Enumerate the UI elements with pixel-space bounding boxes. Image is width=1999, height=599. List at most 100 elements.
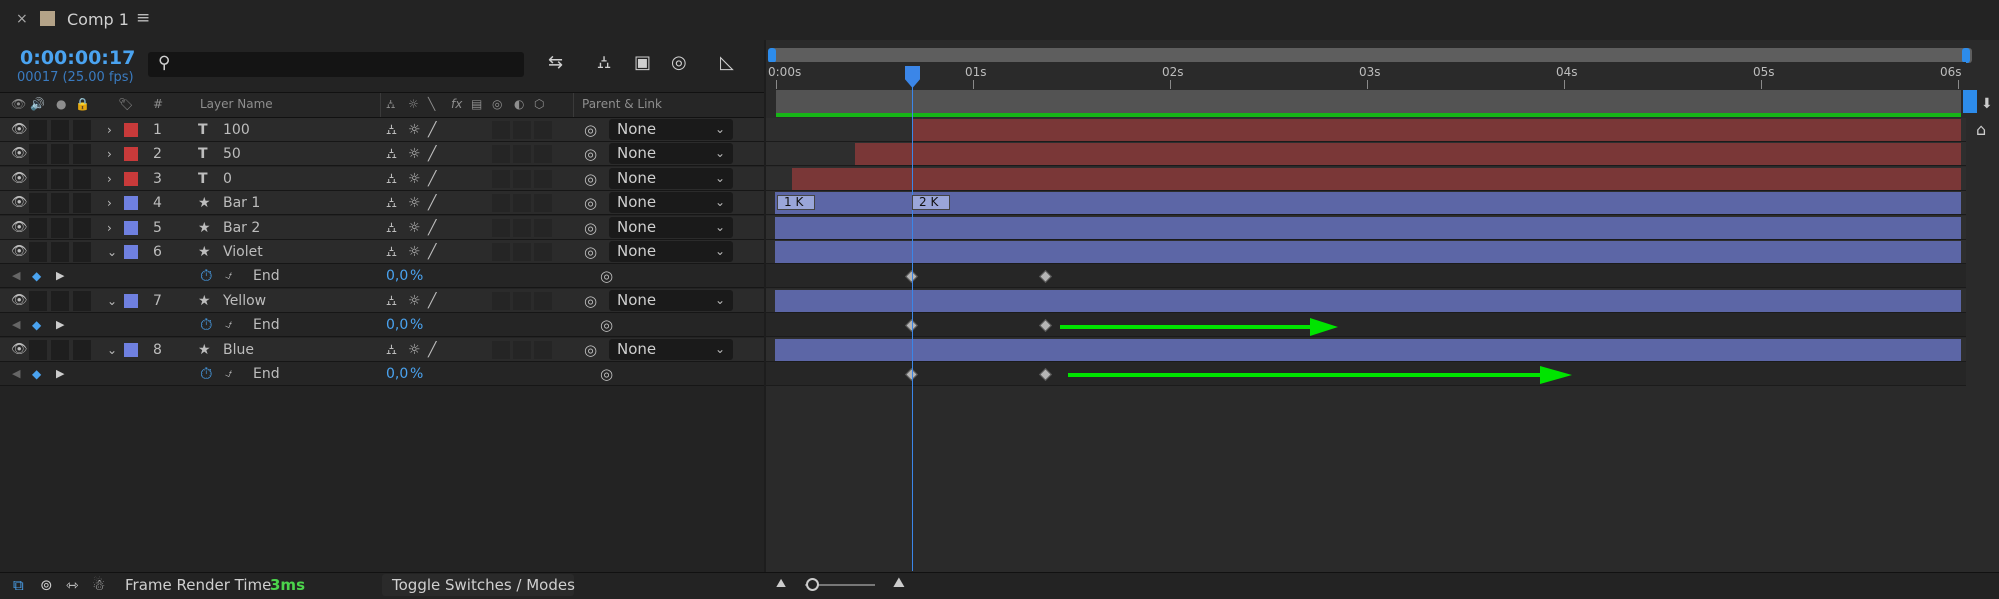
layer-duration-bar[interactable] (775, 290, 1961, 312)
next-keyframe-icon[interactable]: ▶ (56, 313, 64, 337)
3d-layer-switch[interactable] (534, 194, 552, 212)
chevron-down-icon[interactable]: ⌄ (107, 240, 117, 264)
layer-name[interactable]: Blue (223, 338, 254, 362)
eye-icon[interactable]: 👁 (11, 142, 28, 166)
label-color-swatch[interactable] (124, 221, 138, 235)
quality-switch-icon[interactable]: ╱ (428, 167, 436, 191)
layer-name-header[interactable]: Layer Name (200, 97, 273, 111)
motion-blur-icon[interactable]: ◎ (671, 52, 687, 73)
audio-switch[interactable] (29, 218, 47, 238)
parent-dropdown[interactable]: None ⌄ (609, 192, 733, 213)
solo-switch[interactable] (51, 242, 69, 262)
video-toggle-icon[interactable]: 👁 (11, 97, 26, 111)
pick-whip-icon[interactable]: ◎ (584, 240, 597, 264)
pick-whip-icon[interactable]: ◎ (584, 338, 597, 362)
layer-duration-bar[interactable] (775, 339, 1961, 361)
composition-flowchart-icon[interactable]: ⇆ (548, 52, 563, 73)
eye-icon[interactable]: 👁 (11, 338, 28, 362)
label-color-swatch[interactable] (124, 343, 138, 357)
chevron-right-icon[interactable]: › (107, 167, 112, 191)
time-navigator-bar[interactable] (772, 48, 1972, 63)
shy-switch-icon[interactable]: ⛼ (386, 240, 397, 264)
3d-layer-switch[interactable] (534, 170, 552, 188)
layer-marker[interactable]: 1 K (777, 195, 815, 210)
chevron-down-icon[interactable]: ⌄ (107, 338, 117, 362)
collapse-switch-icon[interactable]: ☼ (408, 167, 421, 191)
next-keyframe-icon[interactable]: ▶ (56, 264, 64, 288)
solo-icon[interactable]: ● (56, 97, 66, 111)
add-keyframe-icon[interactable]: ◆ (32, 362, 41, 386)
layer-duration-bar[interactable] (775, 241, 1961, 263)
adjustment-switch[interactable] (513, 121, 531, 139)
3d-layer-switch[interactable] (534, 243, 552, 261)
chevron-right-icon[interactable]: › (107, 142, 112, 166)
layer-row[interactable]: 👁 ⌄ 7 ★ Yellow ⛼ ☼ ╱ ◎ None ⌄ (0, 289, 764, 313)
add-keyframe-icon[interactable]: ◆ (32, 264, 41, 288)
toggle-render-time-icon[interactable]: ☃ (92, 576, 105, 594)
layer-marker[interactable]: 2 K (912, 195, 950, 210)
adjustment-switch[interactable] (513, 292, 531, 310)
pick-whip-icon[interactable]: ◎ (584, 142, 597, 166)
motion-blur-switch[interactable] (492, 341, 510, 359)
layer-duration-bar[interactable] (913, 119, 1961, 141)
audio-switch[interactable] (29, 144, 47, 164)
shy-switch-icon[interactable]: ⛼ (386, 289, 397, 313)
layer-row[interactable]: 👁 › 1 T 100 ⛼ ☼ ╱ ◎ None ⌄ (0, 118, 764, 142)
shy-switch-icon[interactable]: ⛼ (386, 191, 397, 215)
audio-toggle-icon[interactable]: 🔊 (30, 97, 45, 111)
layer-name[interactable]: Violet (223, 240, 263, 264)
parent-dropdown[interactable]: None ⌄ (609, 339, 733, 360)
adjustment-switch[interactable] (513, 145, 531, 163)
collapse-switch-icon[interactable]: ☼ (408, 191, 421, 215)
adjustment-switch[interactable] (513, 243, 531, 261)
layer-row[interactable]: 👁 › 3 T 0 ⛼ ☼ ╱ ◎ None ⌄ (0, 167, 764, 191)
shy-switch-icon[interactable]: ⛼ (386, 142, 397, 166)
pick-whip-icon[interactable]: ◎ (584, 216, 597, 240)
eye-icon[interactable]: 👁 (11, 167, 28, 191)
keyframe[interactable] (1039, 319, 1052, 332)
shy-switch-icon[interactable]: ⛼ (386, 338, 397, 362)
toggle-in-out-icon[interactable]: ⇿ (66, 576, 79, 594)
layer-duration-bar[interactable] (775, 192, 1961, 214)
stopwatch-icon[interactable]: ⏱ (200, 313, 212, 337)
layer-row[interactable]: 👁 ⌄ 8 ★ Blue ⛼ ☼ ╱ ◎ None ⌄ (0, 338, 764, 362)
expression-pick-whip-icon[interactable]: ◎ (600, 362, 613, 386)
shy-switch-icon[interactable]: ⛼ (386, 167, 397, 191)
parent-dropdown[interactable]: None ⌄ (609, 143, 733, 164)
property-value[interactable]: 0,0 (386, 313, 408, 337)
layer-row[interactable]: 👁 ⌄ 6 ★ Violet ⛼ ☼ ╱ ◎ None ⌄ (0, 240, 764, 264)
motion-blur-switch[interactable] (492, 243, 510, 261)
comp-marker-bin-icon[interactable]: ⬇ (1981, 96, 1993, 112)
quality-switch-icon[interactable]: ╱ (428, 216, 436, 240)
quality-switch-icon[interactable]: ╱ (428, 289, 436, 313)
layer-row[interactable]: 👁 › 5 ★ Bar 2 ⛼ ☼ ╱ ◎ None ⌄ (0, 216, 764, 240)
chevron-right-icon[interactable]: › (107, 118, 112, 142)
collapse-switch-icon[interactable]: ☼ (408, 240, 421, 264)
property-row[interactable]: ◀ ◆ ▶ ⏱ ⍻ End 0,0% ◎ (0, 264, 764, 288)
quality-switch-icon[interactable]: ╱ (428, 142, 436, 166)
label-color-swatch[interactable] (124, 147, 138, 161)
close-tab-icon[interactable]: × (16, 11, 28, 27)
layer-name[interactable]: 50 (223, 142, 241, 166)
solo-switch[interactable] (51, 218, 69, 238)
quality-switch-icon[interactable]: ╱ (428, 240, 436, 264)
motion-blur-switch[interactable] (492, 121, 510, 139)
pick-whip-icon[interactable]: ◎ (584, 289, 597, 313)
eye-icon[interactable]: 👁 (11, 191, 28, 215)
collapse-switch-icon[interactable]: ☼ (408, 216, 421, 240)
chevron-right-icon[interactable]: › (107, 216, 112, 240)
keyframe[interactable] (1039, 368, 1052, 381)
stopwatch-icon[interactable]: ⏱ (200, 362, 212, 386)
label-tag-icon[interactable]: 🏷 (118, 97, 133, 111)
property-value[interactable]: 0,0 (386, 264, 408, 288)
previous-keyframe-icon[interactable]: ◀ (12, 362, 20, 386)
pick-whip-icon[interactable]: ◎ (584, 118, 597, 142)
layer-duration-bar[interactable] (855, 143, 1961, 165)
motion-blur-switch[interactable] (492, 170, 510, 188)
solo-switch[interactable] (51, 340, 69, 360)
eye-icon[interactable]: 👁 (11, 118, 28, 142)
work-area-bar[interactable] (776, 90, 1961, 113)
zoom-slider-thumb[interactable] (806, 578, 819, 591)
lock-switch[interactable] (73, 242, 91, 262)
zoom-out-icon[interactable]: ⛰ (776, 576, 786, 591)
